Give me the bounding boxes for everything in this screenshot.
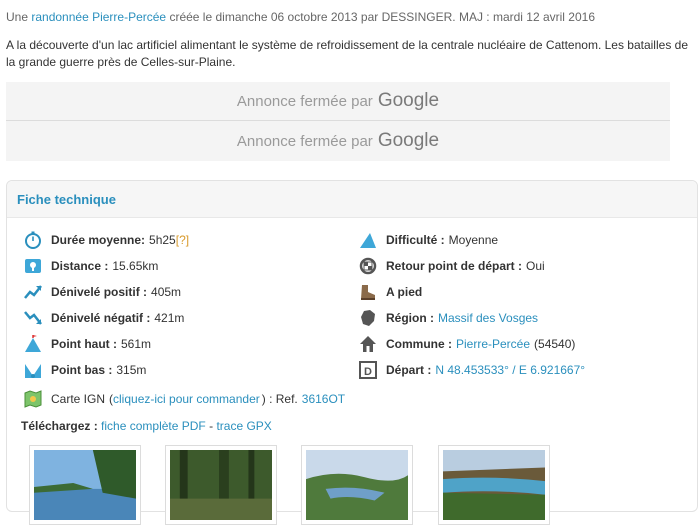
- gpx-link[interactable]: trace GPX: [216, 419, 271, 433]
- house-icon: [358, 334, 378, 354]
- point-bas-value: 315m: [116, 363, 147, 377]
- downloads-label: Téléchargez :: [21, 419, 98, 433]
- downloads-separator: -: [209, 419, 214, 433]
- map-pin-icon: [23, 256, 43, 276]
- fiche-technique-panel: Fiche technique Durée moyenne: 5h25 [?] …: [6, 180, 698, 525]
- closed-ad: Annonce fermée par Google: [6, 82, 670, 121]
- google-logo: Google: [377, 90, 440, 111]
- row-deniv-pos: Dénivelé positif : 405m: [23, 282, 181, 302]
- depart-coords-link[interactable]: N 48.453533° / E 6.921667°: [435, 363, 585, 377]
- photo-thumbnail[interactable]: [301, 445, 413, 525]
- valley-photo: [306, 450, 408, 520]
- point-haut-label: Point haut :: [51, 337, 117, 351]
- retour-value: Oui: [526, 259, 545, 273]
- deniv-neg-value: 421m: [154, 311, 185, 325]
- difficulte-label: Difficulté :: [386, 233, 445, 247]
- row-commune: Commune : Pierre-Percée (54540): [358, 334, 575, 354]
- ascent-chart-icon: [23, 282, 43, 302]
- duree-label: Durée moyenne:: [51, 233, 146, 247]
- photo-thumbnail[interactable]: [438, 445, 550, 525]
- row-point-bas: Point bas : 315m: [23, 360, 146, 380]
- descent-chart-icon: [23, 308, 43, 328]
- hiking-boot-icon: [358, 282, 378, 302]
- deniv-neg-label: Dénivelé négatif :: [51, 311, 151, 325]
- region-link[interactable]: Massif des Vosges: [438, 311, 538, 325]
- valley-icon: [23, 360, 43, 380]
- lake-view-photo: [443, 450, 545, 520]
- mountain-icon: [358, 230, 378, 250]
- deniv-pos-value: 405m: [151, 285, 182, 299]
- region-map-icon: [358, 308, 378, 328]
- pdf-link[interactable]: fiche complète PDF: [101, 419, 206, 433]
- row-depart: D Départ : N 48.453533° / E 6.921667°: [358, 360, 585, 380]
- google-logo: Google: [377, 130, 440, 151]
- distance-label: Distance :: [51, 259, 109, 273]
- mode-label: A pied: [386, 285, 423, 299]
- ign-map-icon: [23, 389, 43, 409]
- hike-meta: Une randonnée Pierre-Percée créée le dim…: [6, 10, 595, 24]
- hike-description: A la découverte d'un lac artificiel alim…: [6, 38, 688, 69]
- photo-thumbnail[interactable]: [29, 445, 141, 525]
- deniv-pos-label: Dénivelé positif :: [51, 285, 148, 299]
- loop-icon: [358, 256, 378, 276]
- carte-order-link[interactable]: cliquez-ici pour commander: [113, 392, 260, 406]
- photo-thumbnail[interactable]: [165, 445, 277, 525]
- commune-postcode: (54540): [534, 337, 576, 351]
- start-flag-icon: D: [358, 360, 378, 380]
- row-region: Région : Massif des Vosges: [358, 308, 538, 328]
- row-deniv-neg: Dénivelé négatif : 421m: [23, 308, 184, 328]
- difficulte-value: Moyenne: [448, 233, 499, 247]
- carte-label: Carte IGN: [51, 392, 106, 406]
- row-difficulte: Difficulté : Moyenne: [358, 230, 498, 250]
- lake-photo: [34, 450, 136, 520]
- forest-photo: [170, 450, 272, 520]
- region-label: Région :: [386, 311, 434, 325]
- depart-label: Départ :: [386, 363, 432, 377]
- point-bas-label: Point bas :: [51, 363, 113, 377]
- distance-value: 15.65km: [112, 259, 159, 273]
- randonnee-link[interactable]: randonnée Pierre-Percée: [31, 10, 166, 24]
- ad-text: Annonce fermée par: [236, 132, 373, 150]
- meta-suffix: créée le dimanche 06 octobre 2013 par DE…: [169, 10, 595, 24]
- row-duree: Durée moyenne: 5h25 [?]: [23, 230, 189, 250]
- duree-value: 5h25: [149, 233, 176, 247]
- svg-text:D: D: [364, 366, 372, 378]
- ad-text: Annonce fermée par: [236, 92, 373, 110]
- row-point-haut: Point haut : 561m: [23, 334, 151, 354]
- row-mode: A pied: [358, 282, 426, 302]
- point-haut-value: 561m: [121, 337, 152, 351]
- duree-help-link[interactable]: [?]: [176, 233, 189, 247]
- row-carte-ign: Carte IGN ( cliquez-ici pour commander )…: [23, 389, 345, 409]
- panel-title: Fiche technique: [17, 192, 116, 207]
- commune-label: Commune :: [386, 337, 452, 351]
- commune-link[interactable]: Pierre-Percée: [456, 337, 530, 351]
- row-retour: Retour point de départ : Oui: [358, 256, 545, 276]
- downloads: Téléchargez : fiche complète PDF - trace…: [21, 419, 272, 433]
- row-distance: Distance : 15.65km: [23, 256, 158, 276]
- meta-prefix: Une: [6, 10, 29, 24]
- retour-label: Retour point de départ :: [386, 259, 522, 273]
- stopwatch-icon: [23, 230, 43, 250]
- closed-ad: Annonce fermée par Google: [6, 121, 670, 161]
- carte-close: ) : Ref.: [261, 392, 298, 406]
- carte-ref-link[interactable]: 3616OT: [302, 392, 345, 406]
- summit-icon: [23, 334, 43, 354]
